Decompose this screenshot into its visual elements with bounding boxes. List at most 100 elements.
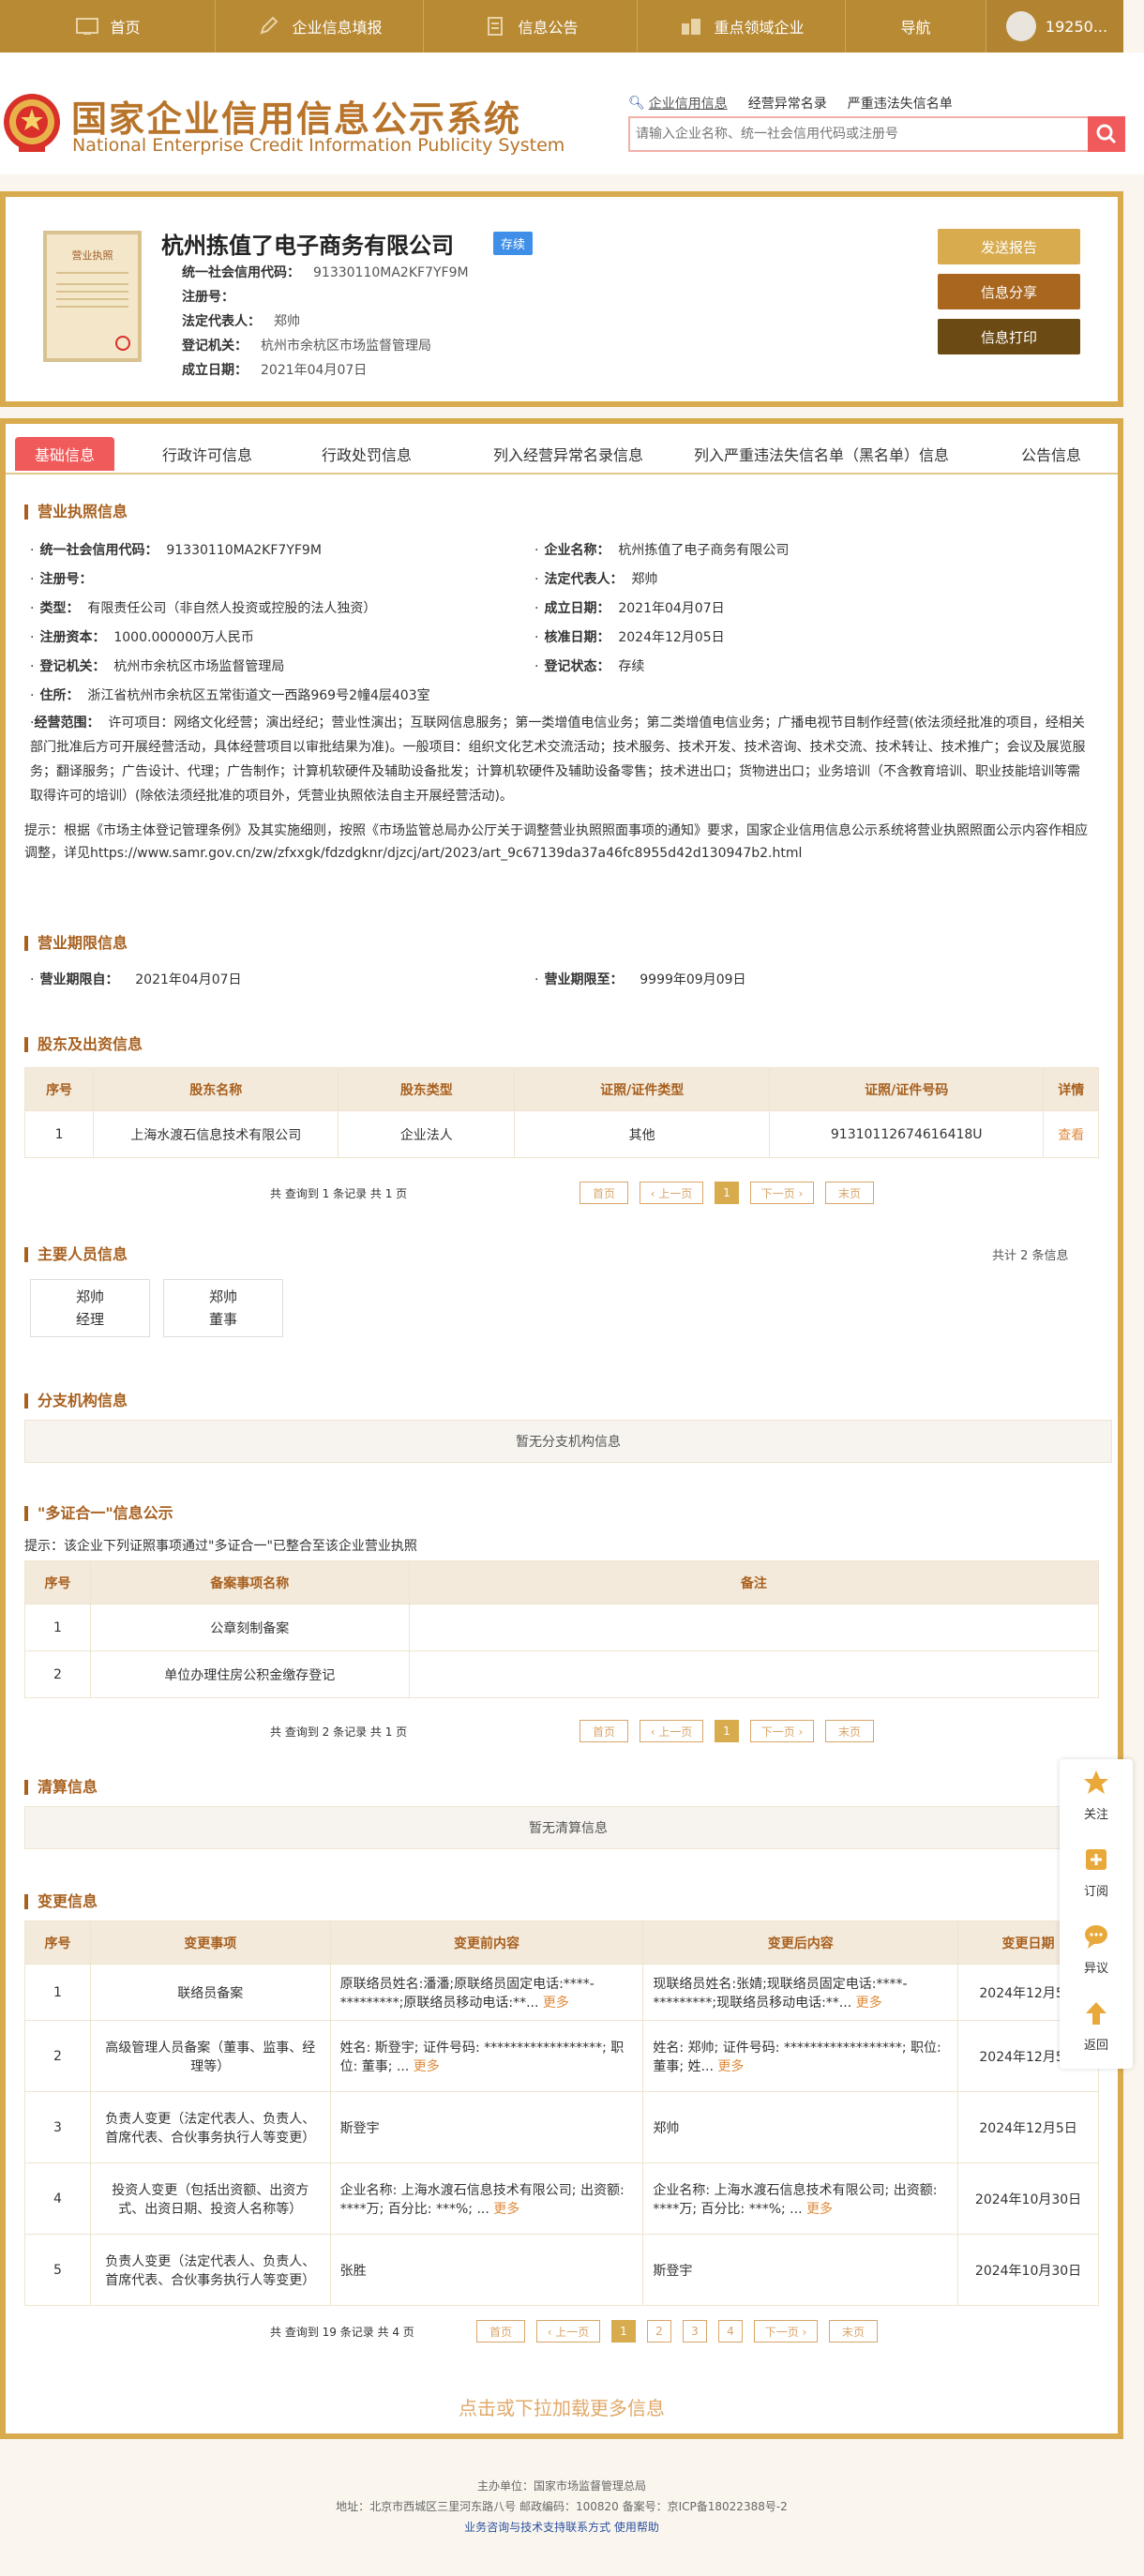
- section-title-shareholders: 股东及出资信息: [24, 1037, 143, 1052]
- changes-pager-text: 共 查询到 19 条记录 共 4 页: [270, 2326, 414, 2339]
- col-header: 详情: [1043, 1067, 1099, 1111]
- table-cell: 负责人变更（法定代表人、负责人、首席代表、合伙事务执行人等变更）: [89, 2091, 331, 2163]
- table-cell: 斯登宇: [329, 2091, 644, 2163]
- company-name: 杭州拣值了电子商务有限公司: [161, 233, 454, 259]
- license-established-date: · 成立日期： 2021年04月07日: [534, 601, 725, 616]
- footer-sponsor: 主办单位：国家市场监督管理总局: [476, 2479, 646, 2493]
- pager-page[interactable]: 3: [683, 2320, 707, 2343]
- avatar: [1005, 11, 1036, 41]
- pager-first[interactable]: 首页: [476, 2320, 525, 2343]
- tab-abnormal-list[interactable]: 列入经营异常名录信息: [456, 437, 681, 471]
- nav-navigation[interactable]: 导航: [846, 0, 986, 53]
- pager-page[interactable]: 1: [611, 2320, 636, 2343]
- license-authority: · 登记机关： 杭州市余杭区市场监督管理局: [30, 659, 285, 674]
- back-to-top-button[interactable]: 返回: [1060, 1990, 1133, 2065]
- col-header: 变更后内容: [642, 1921, 959, 1965]
- send-report-button[interactable]: 发送报告: [938, 229, 1080, 264]
- person-name: 郑帅: [208, 1288, 237, 1305]
- person-card[interactable]: 郑帅 经理: [30, 1279, 150, 1337]
- license-notice: 提示：根据《市场主体登记管理条例》及其实施细则，按照《市场监管总局办公厅关于调整…: [24, 823, 1088, 861]
- follow-button[interactable]: 关注: [1060, 1759, 1133, 1834]
- nav-user-account[interactable]: 19250...: [986, 0, 1127, 53]
- table-row: 2 单位办理住房公积金缴存登记: [24, 1650, 1100, 1698]
- person-role: 董事: [208, 1311, 237, 1328]
- nav-announcements[interactable]: 信息公告: [424, 0, 638, 53]
- tab-admin-license[interactable]: 行政许可信息: [137, 437, 278, 471]
- footer-links[interactable]: 业务咨询与技术支持联系方式 使用帮助: [0, 2517, 1123, 2538]
- table-cell: 2024年10月30日: [957, 2162, 1099, 2235]
- pager-first[interactable]: 首页: [580, 1182, 628, 1204]
- pager-last[interactable]: 末页: [825, 1182, 874, 1204]
- personnel-count: 共计 2 条信息: [992, 1249, 1069, 1263]
- col-header: 变更事项: [89, 1921, 331, 1965]
- tab-blacklist[interactable]: 列入严重违法失信名单（黑名单）信息: [681, 437, 962, 471]
- nav-home[interactable]: 首页: [0, 0, 216, 53]
- more-link[interactable]: 更多: [856, 1996, 882, 2011]
- period-from: · 营业期限自： 2021年04月07日: [30, 972, 242, 987]
- load-more-link[interactable]: 点击或下拉加载更多信息: [6, 2393, 1118, 2420]
- pager-last[interactable]: 末页: [829, 2320, 878, 2343]
- objection-label: 异议: [1083, 1962, 1108, 1976]
- pager-prev[interactable]: ‹ 上一页: [640, 1182, 703, 1204]
- pager-prev[interactable]: ‹ 上一页: [640, 1720, 703, 1742]
- pager-page[interactable]: 2: [647, 2320, 671, 2343]
- pager-next[interactable]: 下一页 ›: [754, 2320, 818, 2343]
- search-link-abnormal[interactable]: 经营异常名录: [748, 94, 827, 113]
- info-tabs: 基础信息 行政许可信息 行政处罚信息 列入经营异常名录信息 列入严重违法失信名单…: [6, 437, 1118, 475]
- pager-last[interactable]: 末页: [825, 1720, 874, 1742]
- section-title-liquidation: 清算信息: [24, 1780, 98, 1795]
- objection-button[interactable]: 异议: [1060, 1913, 1133, 1988]
- pager-first[interactable]: 首页: [580, 1720, 628, 1742]
- table-cell: 1: [24, 1964, 91, 2021]
- card-field-authority: 登记机关： 杭州市余杭区市场监督管理局: [182, 339, 431, 354]
- section-title-period: 营业期限信息: [24, 936, 128, 951]
- chat-bubble-icon: [1085, 1925, 1107, 1949]
- person-card[interactable]: 郑帅 董事: [163, 1279, 283, 1337]
- view-detail-link[interactable]: 查看: [1058, 1128, 1084, 1143]
- table-row: 3 负责人变更（法定代表人、负责人、首席代表、合伙事务执行人等变更） 斯登宇 郑…: [24, 2091, 1099, 2163]
- table-cell: 负责人变更（法定代表人、负责人、首席代表、合伙事务执行人等变更）: [89, 2234, 331, 2306]
- site-title: 国家企业信用信息公示系统: [71, 98, 522, 140]
- print-info-button[interactable]: 信息打印: [938, 319, 1080, 354]
- section-title-multi-cert: "多证合一"信息公示: [24, 1506, 173, 1521]
- table-cell: 单位办理住房公积金缴存登记: [89, 1650, 410, 1698]
- search-link-blacklist[interactable]: 严重违法失信名单: [848, 94, 953, 113]
- subscribe-button[interactable]: 订阅: [1060, 1836, 1133, 1911]
- tab-admin-penalty[interactable]: 行政处罚信息: [296, 437, 437, 471]
- pager-page[interactable]: 4: [718, 2320, 743, 2343]
- nav-enterprise-report[interactable]: 企业信息填报: [216, 0, 424, 53]
- pager-page[interactable]: 1: [715, 1720, 739, 1742]
- more-link[interactable]: 更多: [806, 2202, 833, 2217]
- table-cell: 4: [24, 2162, 91, 2235]
- table-cell: 企业名称: 上海水渡石信息技术有限公司; 出资额: ****万; 百分比: **…: [642, 2162, 959, 2235]
- card-field-legal-rep: 法定代表人： 郑帅: [182, 314, 300, 329]
- table-row: 1 公章刻制备案: [24, 1604, 1100, 1651]
- license-company-name: · 企业名称： 杭州拣值了电子商务有限公司: [534, 543, 790, 558]
- more-link[interactable]: 更多: [493, 2202, 519, 2217]
- nav-user-label: 19250...: [1045, 17, 1108, 36]
- license-reg-status: · 登记状态： 存续: [534, 659, 645, 674]
- business-license-image[interactable]: 营业执照: [43, 231, 142, 362]
- pager-page[interactable]: 1: [715, 1182, 739, 1204]
- nav-key-enterprises[interactable]: 重点领域企业: [638, 0, 846, 53]
- pager-prev[interactable]: ‹ 上一页: [536, 2320, 600, 2343]
- search-button[interactable]: [1088, 116, 1125, 152]
- table-row: 1 上海水渡石信息技术有限公司 企业法人 其他 9131011267461641…: [23, 1110, 1099, 1158]
- tab-announcements[interactable]: 公告信息: [1009, 437, 1093, 471]
- col-header: 备注: [408, 1560, 1100, 1604]
- subscribe-label: 订阅: [1083, 1885, 1108, 1899]
- more-link[interactable]: 更多: [414, 2059, 440, 2074]
- share-info-button[interactable]: 信息分享: [938, 274, 1080, 309]
- pager-next[interactable]: 下一页 ›: [750, 1720, 814, 1742]
- section-title-license: 营业执照信息: [24, 505, 128, 520]
- card-field-established: 成立日期： 2021年04月07日: [182, 363, 368, 378]
- page-margin: [1123, 0, 1144, 53]
- pager-next[interactable]: 下一页 ›: [750, 1182, 814, 1204]
- table-cell: 斯登宇: [642, 2234, 959, 2306]
- search-link-credit[interactable]: 企业信用信息: [649, 94, 728, 113]
- tab-basic-info[interactable]: 基础信息: [15, 437, 114, 471]
- more-link[interactable]: 更多: [543, 1996, 569, 2011]
- search-input[interactable]: [628, 116, 1088, 152]
- more-link[interactable]: 更多: [717, 2059, 744, 2074]
- license-image-title: 营业执照: [71, 249, 113, 262]
